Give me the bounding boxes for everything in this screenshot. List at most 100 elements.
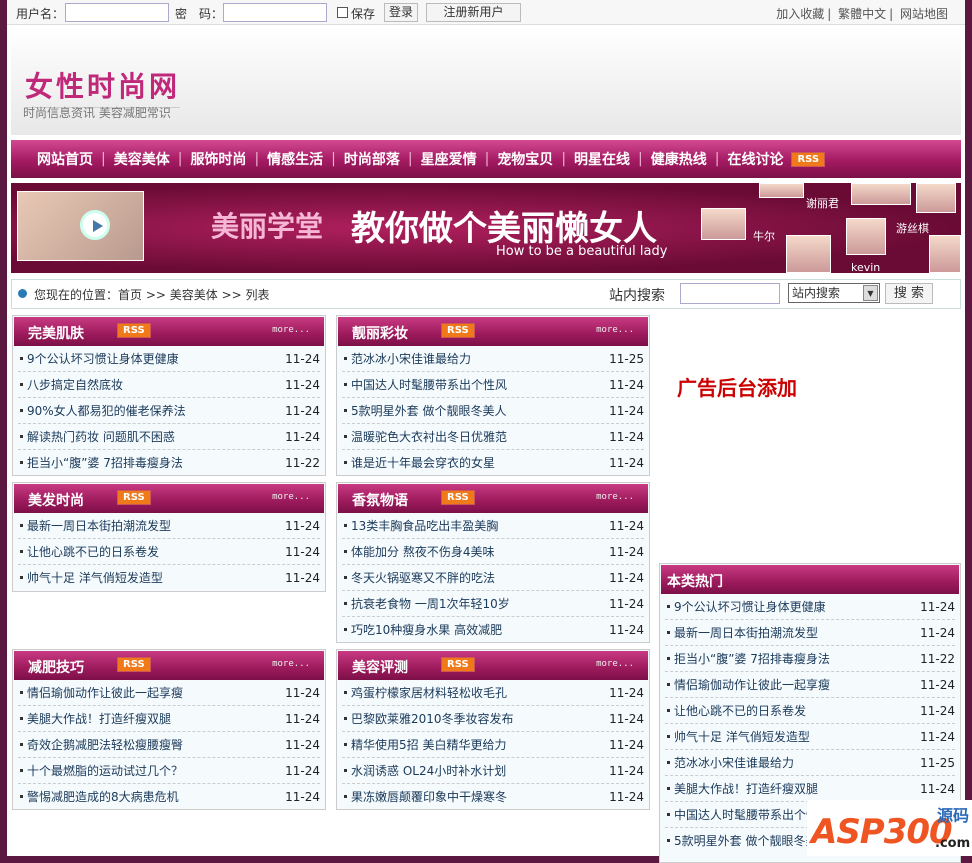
- list-item[interactable]: 90%女人都易犯的催老保养法 11-24: [18, 398, 320, 424]
- list-item[interactable]: 体能加分 熬夜不伤身4美味 11-24: [342, 539, 644, 565]
- list-item[interactable]: 抗衰老食物 一周1次年轻10岁 11-24: [342, 591, 644, 617]
- play-icon[interactable]: [80, 210, 110, 240]
- list-item[interactable]: 温暖驼色大衣衬出冬日优雅范 11-24: [342, 424, 644, 450]
- article-link[interactable]: 范冰冰小宋佳谁最给力: [674, 756, 794, 770]
- more-link[interactable]: more...: [272, 492, 310, 502]
- search-button[interactable]: 搜 索: [885, 283, 933, 304]
- ad-placeholder[interactable]: 广告后台添加: [677, 372, 797, 401]
- article-link[interactable]: 中国达人时髦腰带系出个性风: [351, 378, 507, 392]
- article-link[interactable]: 巧吃10种瘦身水果 高效减肥: [351, 623, 502, 637]
- box-title[interactable]: 完美肌肤: [28, 323, 84, 343]
- article-link[interactable]: 9个公认坏习惯让身体更健康: [674, 600, 826, 614]
- article-link[interactable]: 十个最燃脂的运动试过几个？: [27, 764, 183, 778]
- register-button[interactable]: 注册新用户: [426, 3, 521, 22]
- list-item[interactable]: 最新一周日本街拍潮流发型 11-24: [665, 620, 955, 646]
- nav-beauty[interactable]: 美容美体: [106, 149, 178, 169]
- article-link[interactable]: 巴黎欧莱雅2010冬季妆容发布: [351, 712, 514, 726]
- article-link[interactable]: 奇效企鹅减肥法轻松瘦腰瘦臀: [27, 738, 183, 752]
- list-item[interactable]: 奇效企鹅减肥法轻松瘦腰瘦臀 11-24: [18, 732, 320, 758]
- search-input[interactable]: [680, 283, 780, 304]
- list-item[interactable]: 帅气十足 洋气俏短发造型 11-24: [18, 565, 320, 591]
- more-link[interactable]: more...: [272, 325, 310, 335]
- list-item[interactable]: 让他心跳不已的日系卷发 11-24: [18, 539, 320, 565]
- list-item[interactable]: 中国达人时髦腰带系出个性风 11-24: [342, 372, 644, 398]
- list-item[interactable]: 拒当小“腹”婆 7招排毒瘦身法 11-22: [665, 646, 955, 672]
- box-title[interactable]: 香氛物语: [352, 490, 408, 510]
- article-link[interactable]: 水润诱惑 OL24小时补水计划: [351, 764, 506, 778]
- rss-badge[interactable]: RSS: [117, 657, 151, 672]
- chevron-down-icon[interactable]: ▼: [863, 285, 878, 301]
- box-title[interactable]: 美发时尚: [28, 490, 84, 510]
- video-thumbnail[interactable]: [17, 191, 144, 261]
- list-item[interactable]: 八步搞定自然底妆 11-24: [18, 372, 320, 398]
- list-item[interactable]: 5款明星外套 做个靓眼冬美人 11-24: [342, 398, 644, 424]
- article-link[interactable]: 情侣瑜伽动作让彼此一起享瘦: [27, 686, 183, 700]
- rss-badge[interactable]: RSS: [117, 323, 151, 338]
- list-item[interactable]: 警惕减肥造成的8大病患危机 11-24: [18, 784, 320, 810]
- list-item[interactable]: 帅气十足 洋气俏短发造型 11-24: [665, 724, 955, 750]
- article-link[interactable]: 拒当小“腹”婆 7招排毒瘦身法: [27, 456, 183, 470]
- nav-fashion[interactable]: 服饰时尚: [182, 149, 254, 169]
- more-link[interactable]: more...: [596, 659, 634, 669]
- sitemap-link[interactable]: 网站地图: [900, 7, 948, 21]
- remember-checkbox[interactable]: [337, 7, 348, 18]
- article-link[interactable]: 美腿大作战！打造纤瘦双腿: [27, 712, 171, 726]
- article-link[interactable]: 最新一周日本街拍潮流发型: [27, 519, 171, 533]
- box-title[interactable]: 美容评测: [352, 657, 408, 677]
- article-link[interactable]: 帅气十足 洋气俏短发造型: [674, 730, 810, 744]
- article-link[interactable]: 5款明星外套 做个靓眼冬美人: [351, 404, 506, 418]
- list-item[interactable]: 精华使用5招 美白精华更给力 11-24: [342, 732, 644, 758]
- list-item[interactable]: 9个公认坏习惯让身体更健康 11-24: [18, 346, 320, 372]
- rss-badge[interactable]: RSS: [441, 490, 475, 505]
- nav-health[interactable]: 健康热线: [643, 149, 715, 169]
- list-item[interactable]: 巧吃10种瘦身水果 高效减肥 11-24: [342, 617, 644, 643]
- list-item[interactable]: 让他心跳不已的日系卷发 11-24: [665, 698, 955, 724]
- article-link[interactable]: 情侣瑜伽动作让彼此一起享瘦: [674, 678, 830, 692]
- article-link[interactable]: 9个公认坏习惯让身体更健康: [27, 352, 179, 366]
- list-item[interactable]: 果冻嫩唇颠覆印象中干燥寒冬 11-24: [342, 784, 644, 810]
- article-link[interactable]: 警惕减肥造成的8大病患危机: [27, 790, 179, 804]
- list-item[interactable]: 巴黎欧莱雅2010冬季妆容发布 11-24: [342, 706, 644, 732]
- article-link[interactable]: 让他心跳不已的日系卷发: [27, 545, 159, 559]
- article-link[interactable]: 八步搞定自然底妆: [27, 378, 123, 392]
- list-item[interactable]: 拒当小“腹”婆 7招排毒瘦身法 11-22: [18, 450, 320, 476]
- add-favorite-link[interactable]: 加入收藏: [776, 7, 824, 21]
- username-input[interactable]: [65, 3, 169, 22]
- article-link[interactable]: 体能加分 熬夜不伤身4美味: [351, 545, 494, 559]
- article-link[interactable]: 解读热门药妆 问题肌不困惑: [27, 430, 175, 444]
- article-link[interactable]: 最新一周日本街拍潮流发型: [674, 626, 818, 640]
- search-scope-select[interactable]: 站内搜索 ▼: [788, 283, 880, 303]
- box-title[interactable]: 减肥技巧: [28, 657, 84, 677]
- list-item[interactable]: 冬天火锅驱寒又不胖的吃法 11-24: [342, 565, 644, 591]
- rss-badge[interactable]: RSS: [441, 323, 475, 338]
- list-item[interactable]: 水润诱惑 OL24小时补水计划 11-24: [342, 758, 644, 784]
- article-link[interactable]: 温暖驼色大衣衬出冬日优雅范: [351, 430, 507, 444]
- list-item[interactable]: 谁是近十年最会穿衣的女星 11-24: [342, 450, 644, 476]
- article-link[interactable]: 抗衰老食物 一周1次年轻10岁: [351, 597, 510, 611]
- article-link[interactable]: 拒当小“腹”婆 7招排毒瘦身法: [674, 652, 830, 666]
- list-item[interactable]: 美腿大作战！打造纤瘦双腿 11-24: [18, 706, 320, 732]
- rss-badge[interactable]: RSS: [791, 151, 826, 167]
- article-link[interactable]: 美腿大作战！打造纤瘦双腿: [674, 782, 818, 796]
- article-link[interactable]: 果冻嫩唇颠覆印象中干燥寒冬: [351, 790, 507, 804]
- box-title[interactable]: 靓丽彩妆: [352, 323, 408, 343]
- nav-emotion[interactable]: 情感生活: [259, 149, 331, 169]
- article-link[interactable]: 精华使用5招 美白精华更给力: [351, 738, 506, 752]
- nav-stars[interactable]: 明星在线: [566, 149, 638, 169]
- breadcrumb[interactable]: 首页 >> 美容美体 >> 列表: [118, 288, 269, 302]
- password-input[interactable]: [223, 3, 327, 22]
- nav-horoscope[interactable]: 星座爱情: [413, 149, 485, 169]
- login-button[interactable]: 登录: [384, 3, 418, 22]
- list-item[interactable]: 范冰冰小宋佳谁最给力 11-25: [665, 750, 955, 776]
- article-link[interactable]: 让他心跳不已的日系卷发: [674, 704, 806, 718]
- article-link[interactable]: 范冰冰小宋佳谁最给力: [351, 352, 471, 366]
- site-logo[interactable]: 女性时尚网: [25, 65, 181, 108]
- nav-home[interactable]: 网站首页: [29, 149, 101, 169]
- article-link[interactable]: 谁是近十年最会穿衣的女星: [351, 456, 495, 470]
- list-item[interactable]: 范冰冰小宋佳谁最给力 11-25: [342, 346, 644, 372]
- nav-pets[interactable]: 宠物宝贝: [489, 149, 561, 169]
- article-link[interactable]: 冬天火锅驱寒又不胖的吃法: [351, 571, 495, 585]
- list-item[interactable]: 鸡蛋柠檬家居材料轻松收毛孔 11-24: [342, 680, 644, 706]
- list-item[interactable]: 情侣瑜伽动作让彼此一起享瘦 11-24: [665, 672, 955, 698]
- more-link[interactable]: more...: [596, 492, 634, 502]
